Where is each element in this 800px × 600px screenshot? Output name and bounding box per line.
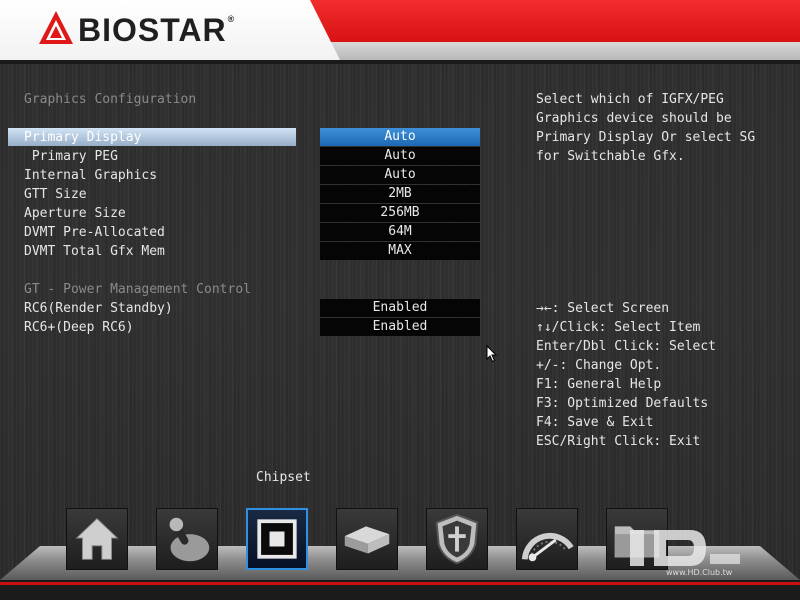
help-line: Primary Display Or select SG: [536, 130, 756, 145]
item-dvmt-pre-allocated[interactable]: DVMT Pre-Allocated: [24, 223, 165, 242]
brand-logo: BIOSTAR®: [78, 12, 236, 48]
help-line: Select which of IGFX/PEG: [536, 92, 724, 107]
tab-security[interactable]: [426, 508, 488, 570]
value-rc6-render-standby[interactable]: Enabled: [320, 299, 480, 317]
home-icon: [75, 518, 119, 560]
item-aperture-size[interactable]: Aperture Size: [24, 204, 126, 223]
dock-red-line: [0, 582, 800, 585]
item-dvmt-total-gfx-mem[interactable]: DVMT Total Gfx Mem: [24, 242, 165, 261]
chip-icon: [257, 519, 297, 559]
value-primary-peg[interactable]: Auto: [320, 147, 480, 165]
value-aperture-size[interactable]: 256MB: [320, 204, 480, 222]
gauge-icon: [521, 533, 574, 562]
tab-main[interactable]: [66, 508, 128, 570]
key-hint: →←: Select Screen: [536, 301, 670, 316]
value-rc6-plus-deep[interactable]: Enabled: [320, 318, 480, 336]
logo-panel: BIOSTAR®: [0, 0, 340, 60]
key-hint: +/-: Change Opt.: [536, 358, 662, 373]
item-primary-peg[interactable]: Primary PEG: [24, 147, 118, 166]
section-title-graphics: Graphics Configuration: [24, 92, 197, 107]
help-line: Graphics device should be: [536, 111, 732, 126]
biostar-logo-icon: [39, 11, 73, 44]
tab-o-n-e[interactable]: [516, 508, 578, 570]
tab-advanced[interactable]: [156, 508, 218, 570]
value-gtt-size[interactable]: 2MB: [320, 185, 480, 203]
item-rc6-plus-deep[interactable]: RC6+(Deep RC6): [24, 318, 134, 337]
key-hint: Enter/Dbl Click: Select: [536, 339, 717, 354]
item-internal-graphics[interactable]: Internal Graphics: [24, 166, 157, 185]
value-dvmt-total-gfx-mem[interactable]: MAX: [320, 242, 480, 260]
active-tab-label: Chipset: [256, 470, 311, 485]
key-hint: F1: General Help: [536, 377, 662, 392]
drive-icon: [344, 526, 390, 554]
section-title-power: GT - Power Management Control: [24, 282, 251, 297]
key-hint: F4: Save & Exit: [536, 415, 654, 430]
header-divider: [0, 60, 800, 64]
item-gtt-size[interactable]: GTT Size: [24, 185, 87, 204]
mouse-cursor-icon: [486, 345, 498, 363]
value-dvmt-pre-allocated[interactable]: 64M: [320, 223, 480, 241]
tab-boot[interactable]: [336, 508, 398, 570]
key-hint: ↑↓/Click: Select Item: [536, 320, 701, 335]
item-primary-display[interactable]: Primary Display: [24, 128, 141, 147]
joystick-icon: [169, 517, 210, 562]
value-primary-display[interactable]: Auto: [320, 128, 480, 146]
shield-icon: [435, 513, 479, 565]
key-hint: ESC/Right Click: Exit: [536, 434, 701, 449]
help-line: for Switchable Gfx.: [536, 149, 685, 164]
watermark-url: www.HD.Club.tw: [666, 568, 733, 577]
tab-chipset[interactable]: [246, 508, 308, 570]
item-rc6-render-standby[interactable]: RC6(Render Standby): [24, 299, 173, 318]
key-hint: F3: Optimized Defaults: [536, 396, 709, 411]
value-internal-graphics[interactable]: Auto: [320, 166, 480, 184]
